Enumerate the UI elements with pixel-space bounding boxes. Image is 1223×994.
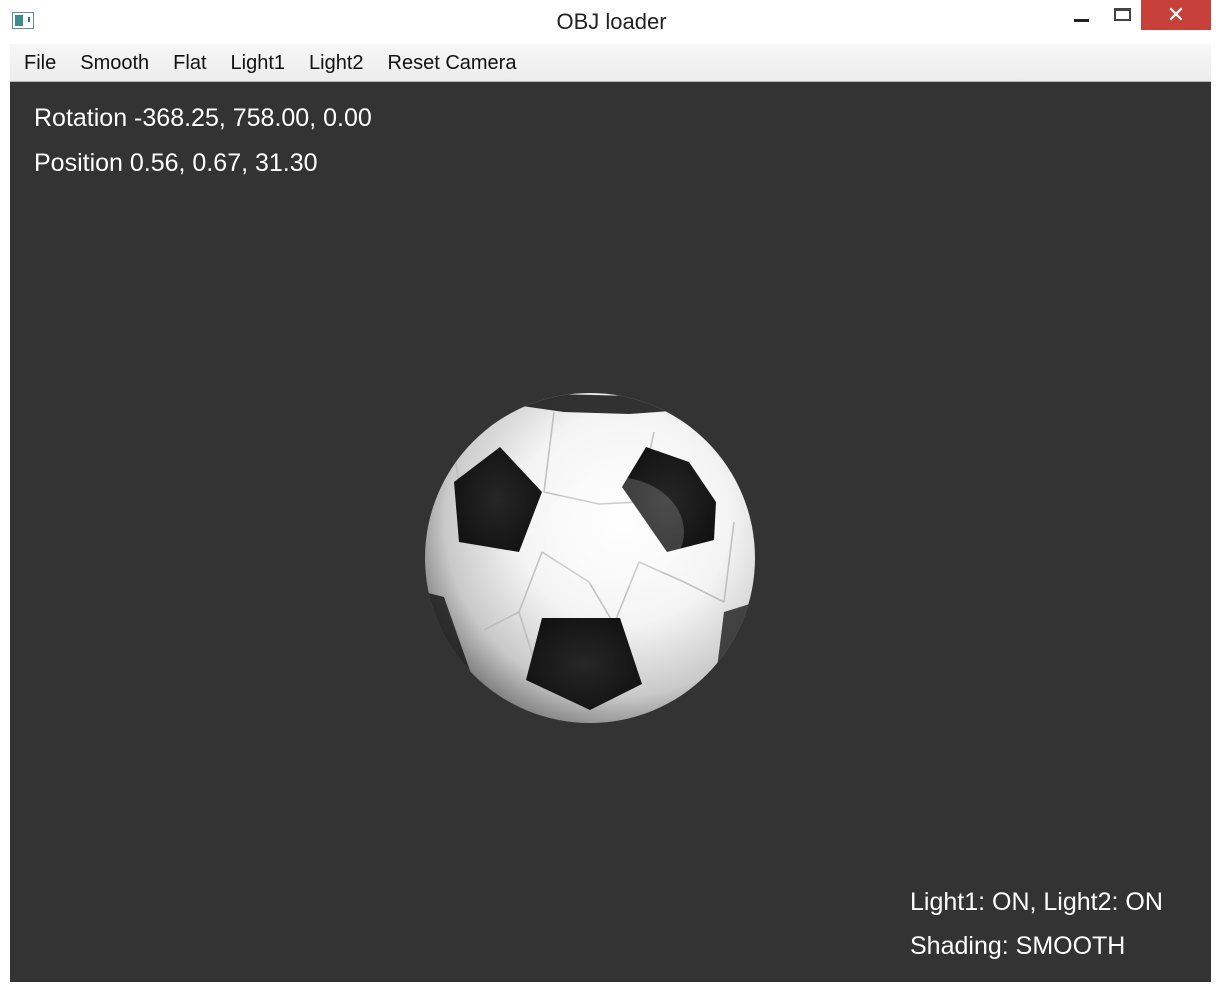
window-border-bottom: [10, 982, 1211, 994]
menu-light2[interactable]: Light2: [297, 44, 376, 82]
soccer-ball-model: [425, 393, 755, 723]
close-button[interactable]: ✕: [1141, 0, 1211, 30]
menu-bar: File Smooth Flat Light1 Light2 Reset Cam…: [10, 44, 1211, 82]
minimize-icon: [1074, 19, 1089, 22]
window-title: OBJ loader: [556, 9, 667, 34]
menu-file[interactable]: File: [10, 44, 68, 82]
menu-smooth[interactable]: Smooth: [68, 44, 161, 82]
menu-flat[interactable]: Flat: [161, 44, 218, 82]
app-window: OBJ loader ✕ File Smooth Flat Light1 Lig…: [0, 0, 1223, 994]
maximize-button[interactable]: [1105, 0, 1141, 30]
position-readout: Position 0.56, 0.67, 31.30: [34, 149, 318, 177]
menu-light1[interactable]: Light1: [219, 44, 298, 82]
lights-status: Light1: ON, Light2: ON: [910, 888, 1163, 916]
render-viewport[interactable]: Rotation -368.25, 758.00, 0.00 Position …: [10, 82, 1211, 982]
window-border-right: [1211, 44, 1223, 994]
window-border-left: [0, 44, 10, 994]
menu-reset-camera[interactable]: Reset Camera: [376, 44, 529, 82]
shading-status: Shading: SMOOTH: [910, 932, 1126, 960]
minimize-button[interactable]: [1061, 0, 1105, 30]
close-icon: ✕: [1166, 3, 1186, 28]
title-bar[interactable]: OBJ loader ✕: [0, 0, 1223, 44]
rotation-readout: Rotation -368.25, 758.00, 0.00: [34, 104, 372, 132]
maximize-icon: [1114, 8, 1131, 21]
